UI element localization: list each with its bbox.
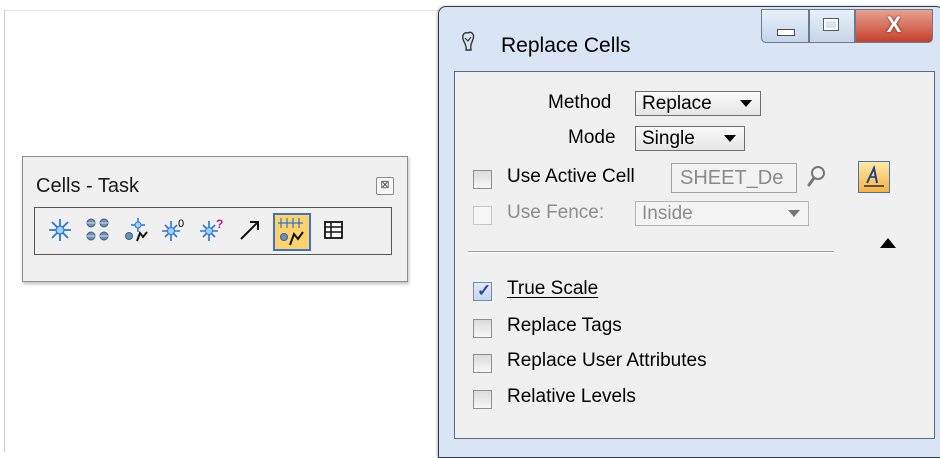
replace-tags-checkbox[interactable]: [473, 319, 492, 338]
place-cell-icon[interactable]: [47, 217, 73, 243]
maximize-button[interactable]: [809, 9, 855, 43]
pick-cell-button[interactable]: [858, 161, 890, 193]
dialog-titlebar[interactable]: Replace Cells X: [439, 7, 940, 67]
chevron-down-icon: [740, 100, 752, 107]
magnifier-icon[interactable]: [806, 164, 828, 188]
relative-levels-label: Relative Levels: [507, 386, 636, 407]
method-dropdown[interactable]: Replace: [635, 91, 761, 116]
fence-mode-value: Inside: [642, 203, 693, 224]
replace-user-attributes-label: Replace User Attributes: [507, 350, 707, 371]
dialog-title: Replace Cells: [501, 34, 631, 57]
true-scale-checkbox[interactable]: ✓: [473, 281, 492, 301]
chevron-down-icon: [724, 135, 736, 142]
dialog-client-area: Method Replace Mode Single Use Active Ce…: [454, 71, 935, 439]
true-scale-label: True Scale: [507, 278, 599, 299]
minimize-icon: [777, 29, 795, 36]
svg-text:0: 0: [178, 218, 184, 230]
replace-cells-app-icon: [462, 31, 475, 51]
select-and-place-cell-icon[interactable]: [123, 217, 149, 243]
use-fence-checkbox[interactable]: [473, 206, 492, 225]
toolbox-title: Cells - Task: [36, 175, 139, 197]
identify-cell-icon[interactable]: ?: [199, 217, 225, 243]
method-value: Replace: [642, 93, 712, 114]
method-label: Method: [548, 92, 612, 113]
relative-levels-checkbox[interactable]: [473, 390, 492, 409]
close-icon: ⊠: [380, 179, 390, 191]
close-icon: X: [886, 12, 902, 37]
use-active-cell-label: Use Active Cell: [507, 166, 635, 187]
fence-mode-dropdown[interactable]: Inside: [635, 201, 809, 226]
define-cell-origin-icon[interactable]: 0: [161, 217, 187, 243]
pick-cell-icon: [864, 164, 884, 187]
close-button[interactable]: X: [855, 9, 933, 43]
mode-label: Mode: [568, 127, 616, 148]
active-cell-field[interactable]: SHEET_De: [671, 163, 797, 193]
cell-library-icon[interactable]: [320, 217, 346, 243]
tool-row: 0 ?: [34, 207, 392, 255]
section-divider: [468, 251, 834, 252]
minimize-button[interactable]: [761, 9, 809, 43]
collapse-triangle-icon[interactable]: [880, 238, 896, 248]
chevron-down-icon: [788, 210, 800, 217]
mode-value: Single: [642, 128, 695, 149]
replace-tags-label: Replace Tags: [507, 315, 622, 336]
replace-user-attributes-checkbox[interactable]: [473, 354, 492, 373]
place-active-cell-matrix-icon[interactable]: [85, 217, 111, 243]
checkmark-icon: ✓: [477, 281, 492, 300]
toolbox-close-button[interactable]: ⊠: [376, 177, 394, 195]
use-fence-label: Use Fence:: [507, 202, 605, 223]
mode-dropdown[interactable]: Single: [635, 126, 745, 151]
use-active-cell-checkbox[interactable]: [473, 170, 492, 189]
cells-task-toolbox: Cells - Task ⊠ 0 ?: [22, 156, 408, 282]
place-active-line-terminator-icon[interactable]: [237, 217, 263, 243]
replace-cells-dialog: Replace Cells X Method Replace Mode Sing…: [438, 6, 940, 458]
active-cell-value: SHEET_De: [680, 167, 784, 189]
replace-cells-icon[interactable]: [273, 213, 311, 251]
maximize-icon: [823, 18, 839, 31]
svg-text:?: ?: [216, 217, 223, 231]
